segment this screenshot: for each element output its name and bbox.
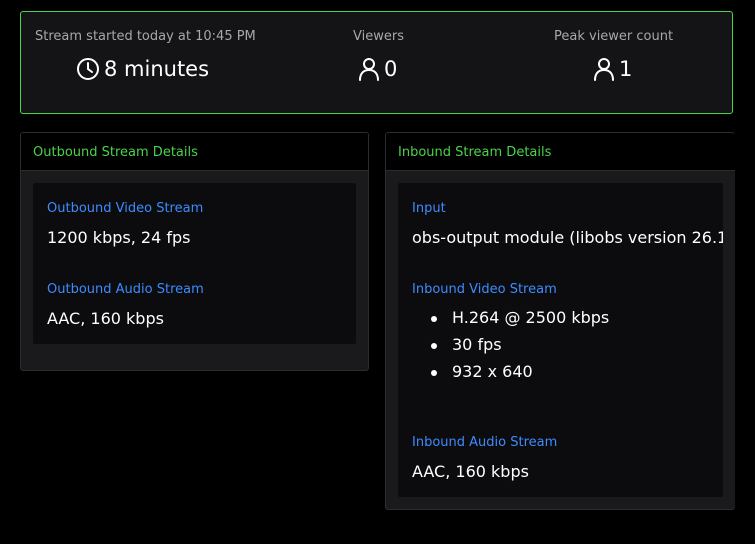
list-item: 932 x 640 [412,362,609,389]
stream-started-label: Stream started today at 10:45 PM [35,29,256,44]
outbound-details: Outbound Video Stream 1200 kbps, 24 fps … [33,183,356,344]
outbound-stream-panel: Outbound Stream Details Outbound Video S… [20,132,369,371]
stream-stats-card: Stream started today at 10:45 PM 8 minut… [20,11,733,114]
viewers-label: Viewers [353,29,404,44]
outbound-video-value: 1200 kbps, 24 fps [47,228,191,247]
inbound-video-list: H.264 @ 2500 kbps 30 fps 932 x 640 [412,308,609,389]
duration-text: 8 minutes [104,57,210,81]
inbound-stream-panel: Inbound Stream Details Input obs-output … [385,132,735,510]
user-icon [358,57,380,81]
duration-value: 8 minutes [76,57,209,81]
input-value: obs-output module (libobs version 26.1.0… [412,228,723,247]
list-item: 30 fps [412,335,609,362]
inbound-video-label: Inbound Video Stream [412,282,557,297]
outbound-panel-title: Outbound Stream Details [21,133,368,171]
duration-stat: Stream started today at 10:45 PM 8 minut… [35,12,295,113]
viewers-stat: Viewers 0 [353,12,473,113]
clock-icon [76,57,100,81]
inbound-audio-label: Inbound Audio Stream [412,435,558,450]
peak-viewers-value: 1 [593,57,632,81]
peak-viewers-count: 1 [619,57,633,81]
list-item: H.264 @ 2500 kbps [412,308,609,335]
outbound-audio-value: AAC, 160 kbps [47,309,164,328]
inbound-panel-title: Inbound Stream Details [386,133,735,171]
input-label: Input [412,201,446,216]
outbound-audio-label: Outbound Audio Stream [47,282,204,297]
user-icon [593,57,615,81]
peak-viewers-label: Peak viewer count [554,29,674,44]
inbound-details: Input obs-output module (libobs version … [398,183,723,497]
peak-viewers-stat: Peak viewer count 1 [554,12,724,113]
inbound-audio-value: AAC, 160 kbps [412,462,529,481]
outbound-video-label: Outbound Video Stream [47,201,204,216]
viewers-value: 0 [358,57,397,81]
viewers-count: 0 [384,57,398,81]
